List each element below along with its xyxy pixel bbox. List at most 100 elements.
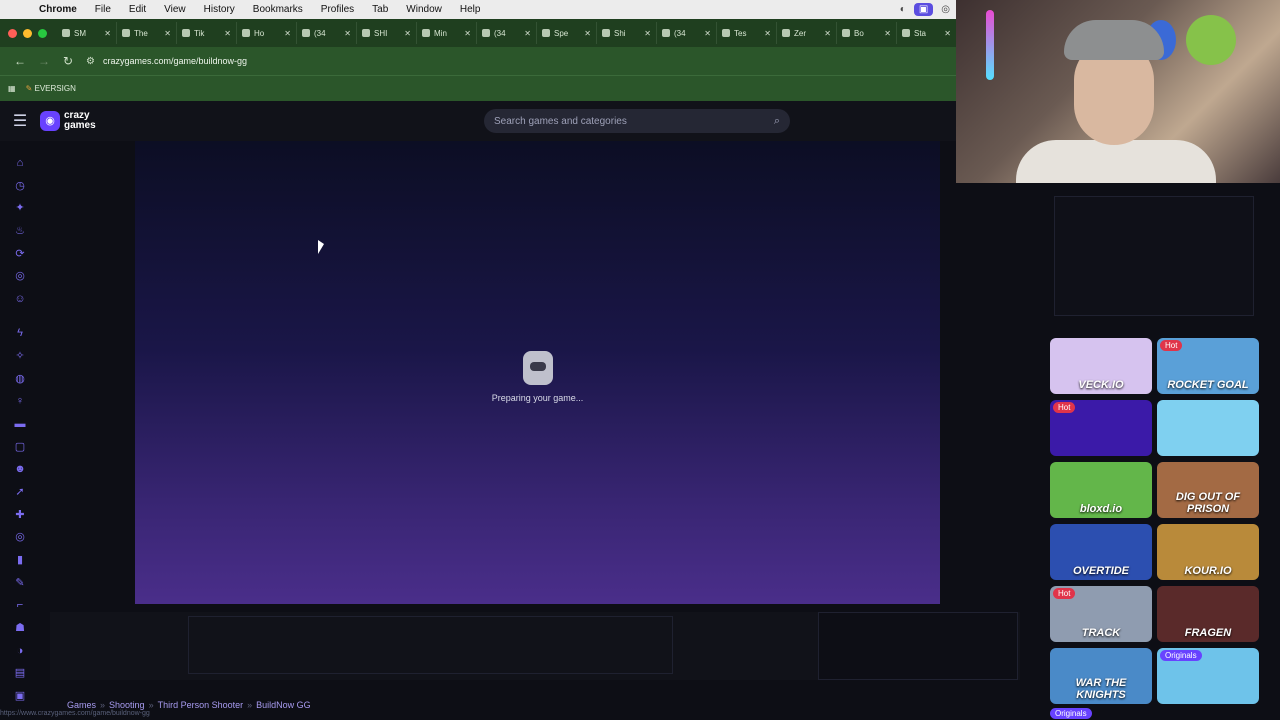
menu-edit[interactable]: Edit: [120, 4, 155, 15]
breadcrumb-shooting[interactable]: Shooting: [109, 700, 145, 710]
menu-toggle-icon[interactable]: ☰: [0, 111, 40, 131]
zoom-window-icon[interactable]: [38, 28, 47, 38]
game-thumbnail[interactable]: FRAGEN: [1157, 586, 1259, 642]
tab-close-icon[interactable]: ✕: [884, 29, 891, 38]
game-thumbnail[interactable]: Hot TRACK: [1050, 586, 1152, 642]
menu-profiles[interactable]: Profiles: [312, 4, 363, 15]
address-url[interactable]: crazygames.com/game/buildnow-gg: [103, 56, 247, 66]
tab-close-icon[interactable]: ✕: [704, 29, 711, 38]
menu-bookmarks[interactable]: Bookmarks: [244, 4, 312, 15]
status-icon-1[interactable]: ◐: [900, 4, 906, 15]
tab-close-icon[interactable]: ✕: [224, 29, 231, 38]
tab-close-icon[interactable]: ✕: [584, 29, 591, 38]
horror-icon[interactable]: ☗: [13, 621, 27, 635]
menu-window[interactable]: Window: [397, 4, 451, 15]
close-window-icon[interactable]: [8, 28, 17, 38]
address-bar[interactable]: ⚙ crazygames.com/game/buildnow-gg: [86, 56, 247, 67]
tab-close-icon[interactable]: ✕: [524, 29, 531, 38]
browser-tab[interactable]: Min ✕: [417, 22, 477, 44]
game-thumbnail[interactable]: DIG OUT OF PRISON: [1157, 462, 1259, 518]
menu-file[interactable]: File: [86, 4, 120, 15]
tab-close-icon[interactable]: ✕: [404, 29, 411, 38]
search-icon[interactable]: ⌕: [774, 115, 780, 128]
apps-grid-icon[interactable]: ▦: [8, 84, 16, 93]
minecraft-icon[interactable]: ▣: [13, 689, 27, 703]
browser-tab[interactable]: Zer ✕: [777, 22, 837, 44]
tab-close-icon[interactable]: ✕: [764, 29, 771, 38]
new-icon[interactable]: ✦: [13, 201, 27, 215]
menu-help[interactable]: Help: [451, 4, 490, 15]
browser-tab[interactable]: Bo ✕: [837, 22, 897, 44]
browser-tab[interactable]: Shi ✕: [597, 22, 657, 44]
tab-close-icon[interactable]: ✕: [644, 29, 651, 38]
io-icon[interactable]: ◑: [13, 644, 27, 658]
escape-icon[interactable]: ▮: [13, 553, 27, 567]
flash-icon[interactable]: ✎: [13, 576, 27, 590]
browser-tab[interactable]: (34 ✕: [657, 22, 717, 44]
browser-tab[interactable]: Tes ✕: [717, 22, 777, 44]
tab-close-icon[interactable]: ✕: [164, 29, 171, 38]
game-thumbnail[interactable]: [1157, 400, 1259, 456]
bookmark-eversign[interactable]: ✎ EVERSIGN: [26, 84, 76, 93]
browser-tab[interactable]: SHI ✕: [357, 22, 417, 44]
menu-history[interactable]: History: [195, 4, 244, 15]
minimize-window-icon[interactable]: [23, 28, 32, 38]
adventure-icon[interactable]: ✧: [13, 349, 27, 363]
game-thumbnail[interactable]: Hot: [1050, 400, 1152, 456]
search-input[interactable]: [494, 115, 774, 127]
game-thumbnail[interactable]: KOUR.IO: [1157, 524, 1259, 580]
crazygames-logo[interactable]: ◉ crazy games: [40, 111, 108, 131]
browser-tab[interactable]: Spe ✕: [537, 22, 597, 44]
basketball-icon[interactable]: ◍: [13, 372, 27, 386]
game-thumbnail[interactable]: Hot ROCKET GOAL: [1157, 338, 1259, 394]
browser-tab[interactable]: Sta ✕: [897, 22, 957, 44]
controller-icon[interactable]: ✚: [13, 508, 27, 522]
action-icon[interactable]: ϟ: [13, 326, 27, 340]
game-frame[interactable]: Preparing your game...: [135, 141, 940, 604]
forward-icon[interactable]: →: [32, 54, 56, 68]
browser-tab[interactable]: The ✕: [117, 22, 177, 44]
game-thumbnail[interactable]: OVERTIDE: [1050, 524, 1152, 580]
recent-icon[interactable]: ◷: [13, 179, 27, 193]
home-icon[interactable]: ⌂: [13, 156, 27, 170]
fps-icon[interactable]: ⌐: [13, 598, 27, 612]
multiplayer-icon[interactable]: ☺: [13, 292, 27, 306]
breadcrumb-tps[interactable]: Third Person Shooter: [158, 700, 244, 710]
driving-icon[interactable]: ◎: [13, 530, 27, 544]
mahjong-icon[interactable]: ▤: [13, 666, 27, 680]
browser-tab[interactable]: SM ✕: [57, 22, 117, 44]
status-icon-2[interactable]: ◎: [941, 4, 950, 15]
tab-close-icon[interactable]: ✕: [824, 29, 831, 38]
updated-icon[interactable]: ⟳: [13, 247, 27, 261]
game-thumbnail[interactable]: Originals: [1157, 648, 1259, 704]
tab-close-icon[interactable]: ✕: [464, 29, 471, 38]
game-thumbnail[interactable]: WAR THE KNIGHTS: [1050, 648, 1152, 704]
game-thumbnail[interactable]: bloxd.io: [1050, 462, 1152, 518]
tab-close-icon[interactable]: ✕: [284, 29, 291, 38]
game-loader: Preparing your game...: [135, 351, 940, 403]
breadcrumb-games[interactable]: Games: [67, 700, 96, 710]
back-icon[interactable]: ←: [8, 54, 32, 68]
game-thumbnail[interactable]: VECK.IO: [1050, 338, 1152, 394]
browser-tab[interactable]: Tik ✕: [177, 22, 237, 44]
browser-tab[interactable]: (34 ✕: [477, 22, 537, 44]
trending-icon[interactable]: ♨: [13, 224, 27, 238]
clicker-icon[interactable]: ➚: [13, 485, 27, 499]
site-info-icon[interactable]: ⚙: [86, 56, 95, 67]
originals-icon[interactable]: ◎: [13, 269, 27, 283]
tab-close-icon[interactable]: ✕: [344, 29, 351, 38]
beauty-icon[interactable]: ♀: [13, 394, 27, 408]
menu-tab[interactable]: Tab: [363, 4, 397, 15]
browser-chrome: SM ✕ The ✕ Tik ✕ Ho ✕ (34 ✕ SHI ✕ Min ✕ (34 ✕ Spe ✕ Shi ✕ (3…: [0, 19, 957, 101]
tab-close-icon[interactable]: ✕: [944, 29, 951, 38]
card-icon[interactable]: ▢: [13, 440, 27, 454]
reload-icon[interactable]: ↻: [56, 54, 80, 68]
browser-tab[interactable]: Ho ✕: [237, 22, 297, 44]
casual-icon[interactable]: ☻: [13, 462, 27, 476]
browser-tab[interactable]: (34 ✕: [297, 22, 357, 44]
tab-close-icon[interactable]: ✕: [104, 29, 111, 38]
car-icon[interactable]: ▬: [13, 417, 27, 431]
screen-record-icon[interactable]: ▣: [913, 3, 934, 16]
menu-app-chrome[interactable]: Chrome: [30, 4, 86, 15]
menu-view[interactable]: View: [155, 4, 195, 15]
